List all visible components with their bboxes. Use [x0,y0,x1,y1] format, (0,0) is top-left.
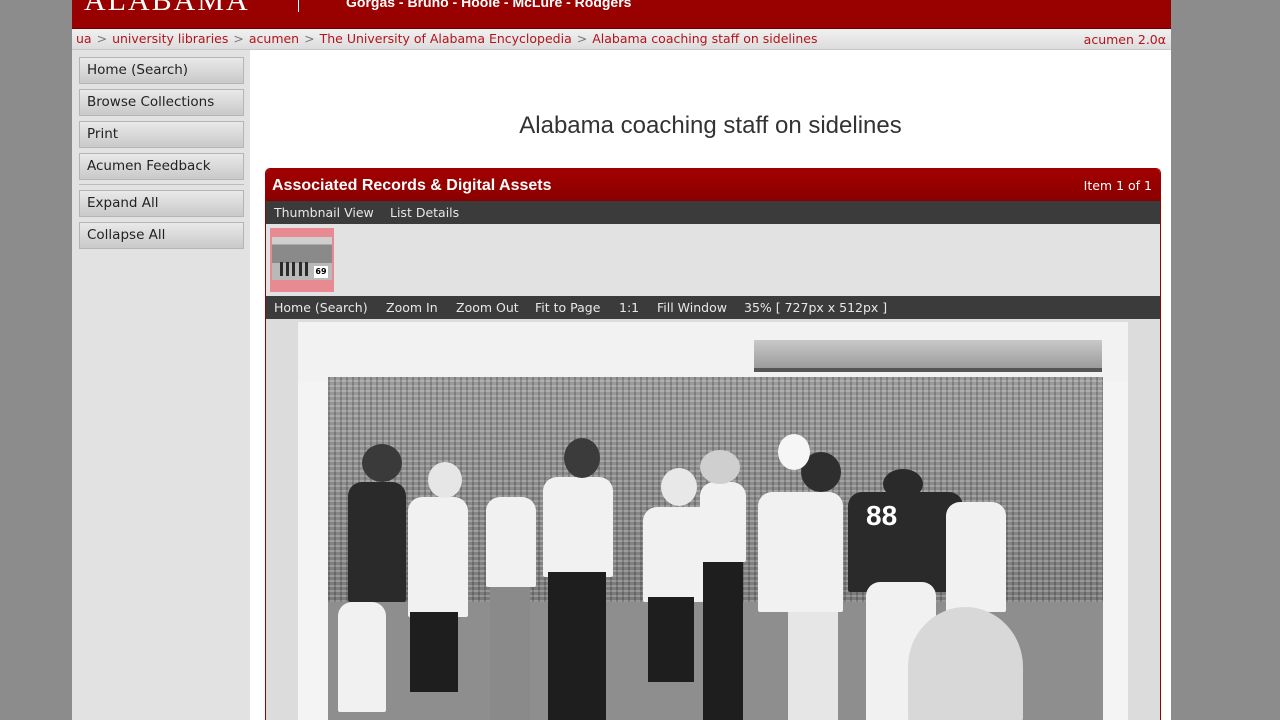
zoom-in-button[interactable]: Zoom In [386,300,438,315]
associated-records-panel: Associated Records & Digital Assets Item… [265,168,1161,720]
jersey-number: 88 [866,500,898,531]
sidebar: Home (Search) Browse Collections Print A… [72,50,251,720]
viewer-home-search-button[interactable]: Home (Search) [274,300,368,315]
version-label: acumen 2.0α [1083,32,1166,47]
view-tabs: Thumbnail View List Details [266,201,1160,224]
coach-cap [661,468,697,506]
coach-figure [758,492,843,612]
breadcrumb-acumen[interactable]: acumen [249,31,299,46]
breadcrumb-encyclopedia[interactable]: The University of Alabama Encyclopedia [320,31,572,46]
coach-trousers [788,612,838,720]
banner-divider [298,0,299,12]
tab-list-details[interactable]: List Details [390,205,459,220]
sidebar-print-button[interactable]: Print [79,121,244,148]
breadcrumb-bar: ua > university libraries > acumen > The Unive… [72,29,1171,50]
breadcrumb-separator: > [576,31,588,46]
sideline-photo[interactable]: 88 [298,322,1128,720]
breadcrumb-current-item[interactable]: Alabama coaching staff on sidelines [592,31,817,46]
sidebar-home-search-button[interactable]: Home (Search) [79,57,244,84]
breadcrumb-ua[interactable]: ua [76,31,92,46]
thumbnail-strip: 69 [266,224,1160,296]
thumbnail-image: 69 [272,237,332,280]
panel-header: Associated Records & Digital Assets Item… [266,169,1160,201]
sidebar-browse-collections-button[interactable]: Browse Collections [79,89,244,116]
zoom-out-button[interactable]: Zoom Out [456,300,519,315]
sidebar-expand-all-button[interactable]: Expand All [79,190,244,217]
fit-to-page-button[interactable]: Fit to Page [535,300,600,315]
coach-cap [428,462,462,498]
coach-figure [700,482,746,562]
stadium-roof [754,340,1102,372]
player-figure [946,502,1006,612]
sideline-marker [778,434,810,470]
main-content: Alabama coaching staff on sidelines Asso… [250,50,1171,720]
item-count: Item 1 of 1 [1083,178,1152,193]
breadcrumb-separator: > [96,31,108,46]
viewer-toolbar: Home (Search) Zoom In Zoom Out Fit to Pa… [266,296,1160,319]
sidebar-collapse-all-button[interactable]: Collapse All [79,222,244,249]
sidebar-divider [79,184,244,185]
coach-trousers [703,562,743,720]
breadcrumb-separator: > [304,31,315,46]
breadcrumb-university-libraries[interactable]: university libraries [112,31,228,46]
sidebar-acumen-feedback-button[interactable]: Acumen Feedback [79,153,244,180]
helmet-figure [362,444,402,482]
coach-head [564,438,600,478]
player-pants [338,602,386,712]
page: ALABAMA Gorgas - Bruno - Hoole - McLure … [72,0,1171,720]
library-halls-text: Gorgas - Bruno - Hoole - McLure - Rodger… [346,0,632,10]
fill-window-button[interactable]: Fill Window [657,300,727,315]
alabama-logo[interactable]: ALABAMA [84,0,250,18]
breadcrumb-separator: > [233,31,244,46]
coach-figure [408,497,468,617]
coach-shorts [410,612,458,692]
zoom-status: 35% [ 727px x 512px ] [744,300,888,315]
coach-shorts [648,597,694,682]
coach-trousers [548,572,606,720]
site-banner: ALABAMA Gorgas - Bruno - Hoole - McLure … [72,0,1171,29]
coach-figure [543,477,613,577]
thumbnail-item[interactable]: 69 [270,228,334,292]
panel-title: Associated Records & Digital Assets [272,177,552,194]
houndstooth-hat [700,450,740,484]
coach-trousers [490,587,530,720]
thumbnail-jersey-number: 69 [314,266,328,278]
breadcrumb: ua > university libraries > acumen > The Unive… [76,31,817,46]
spectator-head [908,607,1023,720]
image-viewer[interactable]: 88 [266,319,1160,720]
player-figure [348,482,406,602]
tab-thumbnail-view[interactable]: Thumbnail View [274,205,374,220]
page-title: Alabama coaching staff on sidelines [519,112,902,139]
actual-size-button[interactable]: 1:1 [619,300,639,315]
coach-figure [486,497,536,587]
player-head [883,469,923,499]
